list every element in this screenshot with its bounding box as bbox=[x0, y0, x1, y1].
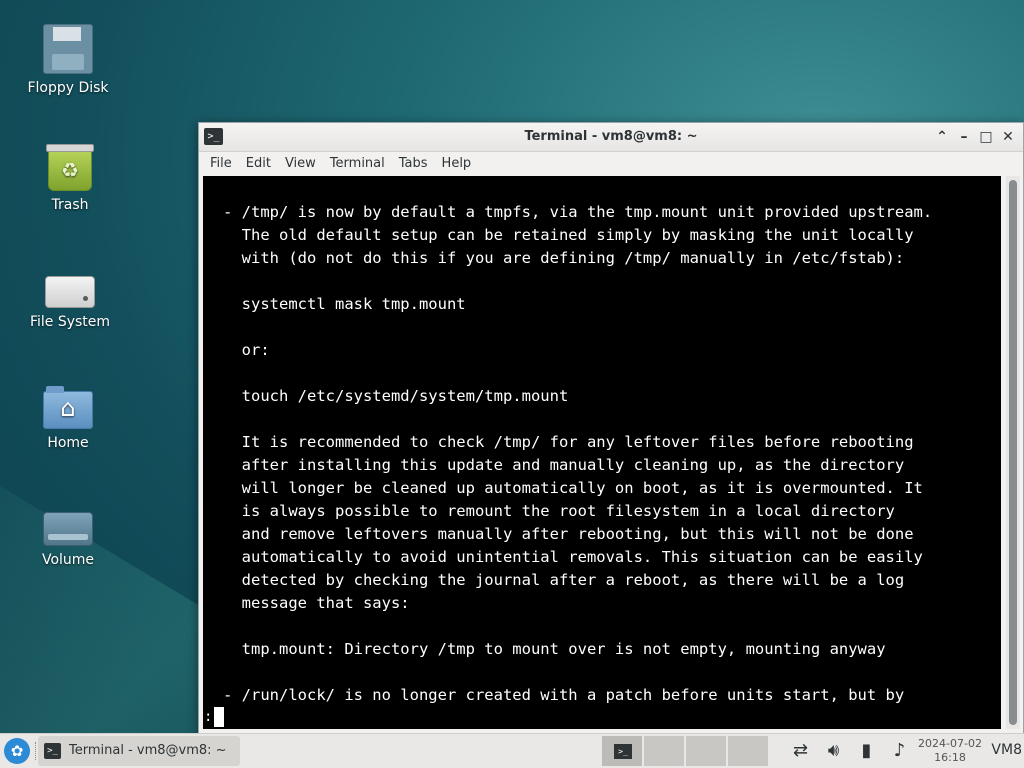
terminal-window[interactable]: >_ Terminal - vm8@vm8: ~ ⌃ – □ ✕ File Ed… bbox=[198, 122, 1024, 734]
home-folder-icon bbox=[43, 386, 93, 429]
desktop-icon-trash[interactable]: Trash bbox=[20, 143, 120, 214]
terminal-text: - /tmp/ is now by default a tmpfs, via t… bbox=[223, 203, 933, 704]
menu-tabs[interactable]: Tabs bbox=[392, 152, 435, 176]
clock[interactable]: 2024-07-02 16:18 bbox=[912, 737, 988, 765]
battery-icon[interactable]: ▮ bbox=[850, 738, 883, 764]
workspace-3[interactable] bbox=[686, 736, 726, 766]
pager-prompt[interactable]: : bbox=[204, 707, 225, 727]
workspace-switcher: >_ bbox=[602, 736, 770, 766]
trash-icon bbox=[46, 144, 94, 191]
clock-date: 2024-07-02 bbox=[918, 737, 982, 750]
shade-button[interactable]: ⌃ bbox=[931, 126, 953, 148]
window-titlebar[interactable]: >_ Terminal - vm8@vm8: ~ ⌃ – □ ✕ bbox=[199, 123, 1023, 152]
desktop-icon-label: Floppy Disk bbox=[27, 80, 109, 96]
taskbar-task-label: Terminal - vm8@vm8: ~ bbox=[69, 743, 227, 758]
applications-menu-icon[interactable]: ✿ bbox=[4, 738, 30, 764]
desktop-icon-file-system[interactable]: File System bbox=[20, 262, 120, 331]
menubar: File Edit View Terminal Tabs Help bbox=[199, 152, 1023, 176]
desktop-icon-floppy-disk[interactable]: Floppy Disk bbox=[18, 24, 118, 97]
volume-drive-icon bbox=[43, 512, 93, 546]
minimize-button[interactable]: – bbox=[953, 126, 975, 148]
terminal-task-icon: >_ bbox=[44, 743, 61, 759]
menu-terminal[interactable]: Terminal bbox=[323, 152, 392, 176]
close-button[interactable]: ✕ bbox=[997, 126, 1019, 148]
desktop-icon-volume[interactable]: Volume bbox=[18, 500, 118, 569]
maximize-button[interactable]: □ bbox=[975, 126, 997, 148]
scrollbar-thumb[interactable] bbox=[1009, 180, 1017, 725]
workspace-1[interactable]: >_ bbox=[602, 736, 642, 766]
network-icon[interactable]: ⇄ bbox=[784, 738, 817, 764]
terminal-scrollbar[interactable] bbox=[1006, 176, 1020, 729]
floppy-disk-icon bbox=[43, 24, 93, 74]
desktop-icon-label: Trash bbox=[51, 197, 89, 213]
volume-icon[interactable]: 🔊︎ bbox=[817, 738, 850, 764]
desktop-icon-home[interactable]: Home bbox=[18, 381, 118, 452]
menu-help[interactable]: Help bbox=[435, 152, 479, 176]
desktop-icon-label: File System bbox=[29, 314, 111, 330]
window-title: Terminal - vm8@vm8: ~ bbox=[524, 129, 698, 144]
clock-time: 16:18 bbox=[934, 751, 966, 764]
menu-edit[interactable]: Edit bbox=[239, 152, 278, 176]
system-tray: ⇄ 🔊︎ ▮ ♪ bbox=[784, 738, 916, 764]
menu-view[interactable]: View bbox=[278, 152, 323, 176]
text-cursor bbox=[214, 707, 225, 727]
user-label[interactable]: VM8 bbox=[991, 742, 1022, 758]
prompt-char: : bbox=[204, 709, 213, 725]
taskbar: ✿ >_ Terminal - vm8@vm8: ~ >_ ⇄ 🔊︎ ▮ ♪ 2… bbox=[0, 733, 1024, 768]
drive-icon bbox=[45, 276, 95, 308]
menu-file[interactable]: File bbox=[203, 152, 239, 176]
workspace-4[interactable] bbox=[728, 736, 768, 766]
workspace-window-thumbnail: >_ bbox=[614, 744, 632, 759]
workspace-2[interactable] bbox=[644, 736, 684, 766]
desktop-icon-label: Volume bbox=[41, 552, 95, 568]
desktop-icon-label: Home bbox=[47, 435, 89, 451]
taskbar-task-terminal[interactable]: >_ Terminal - vm8@vm8: ~ bbox=[38, 736, 240, 766]
terminal-output[interactable]: - /tmp/ is now by default a tmpfs, via t… bbox=[203, 176, 1001, 729]
